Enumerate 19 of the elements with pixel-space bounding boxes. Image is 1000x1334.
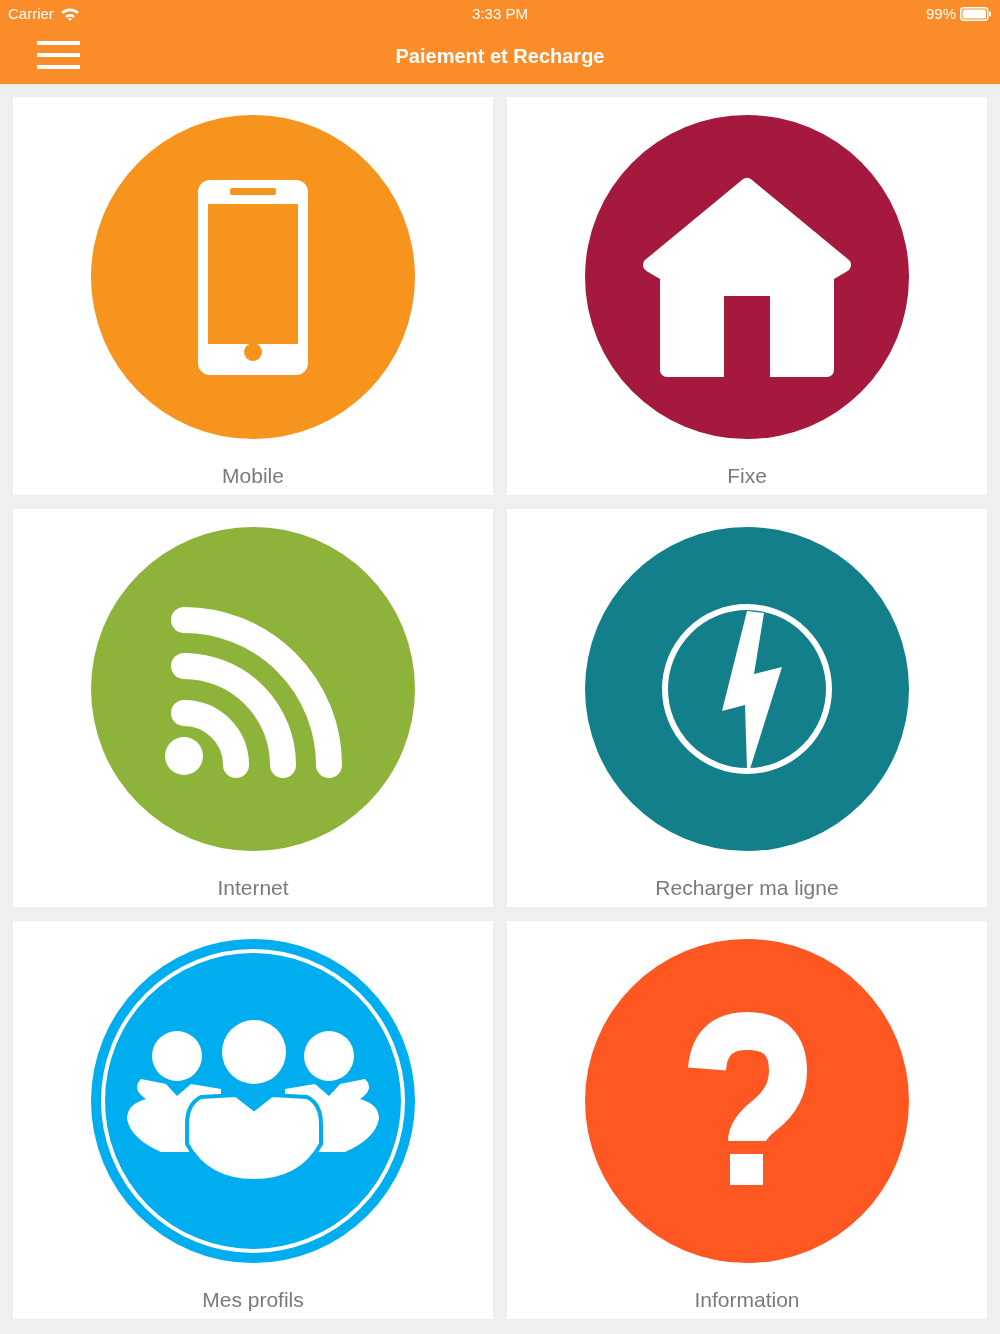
- tile-label: Internet: [217, 876, 289, 900]
- tile-label: Recharger ma ligne: [655, 876, 839, 900]
- page-title: Paiement et Recharge: [395, 44, 605, 69]
- tile-label: Information: [694, 1288, 800, 1312]
- wifi-icon: [59, 7, 80, 21]
- menu-tile[interactable]: Mobile: [13, 97, 493, 495]
- menu-tile[interactable]: Internet: [13, 509, 493, 907]
- menu-button[interactable]: [37, 40, 80, 70]
- menu-tile[interactable]: Mes profils: [13, 921, 493, 1319]
- battery-percentage: 99%: [925, 3, 956, 24]
- tile-label: Mobile: [222, 464, 284, 488]
- tile-label: Fixe: [727, 464, 767, 488]
- clock-time: 3:33 PM: [472, 3, 528, 24]
- menu-tile[interactable]: Fixe: [507, 97, 987, 495]
- carrier-name: Carrier: [8, 3, 54, 24]
- menu-tile[interactable]: Recharger ma ligne: [507, 509, 987, 907]
- battery-icon: [960, 7, 992, 21]
- menu-tile[interactable]: Information: [507, 921, 987, 1319]
- tile-label: Mes profils: [202, 1288, 304, 1312]
